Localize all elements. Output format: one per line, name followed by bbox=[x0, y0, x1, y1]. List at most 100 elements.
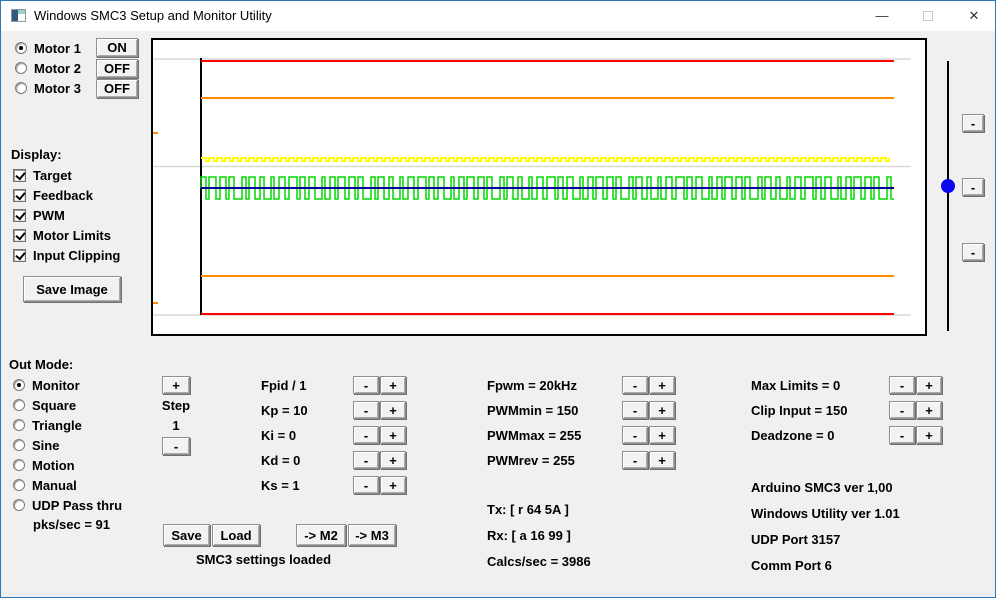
clip-input-plus-button[interactable]: + bbox=[916, 401, 942, 419]
slider-upper-minus-button[interactable]: - bbox=[962, 114, 984, 132]
kd-plus-button[interactable]: + bbox=[380, 451, 406, 469]
display-option-input-clipping: Input Clipping bbox=[13, 246, 120, 264]
step-plus-button[interactable]: + bbox=[162, 376, 190, 394]
out-mode-manual: Manual bbox=[13, 476, 77, 494]
monitor-radio[interactable] bbox=[13, 379, 25, 391]
ki-label: Ki = 0 bbox=[261, 428, 297, 443]
load-button[interactable]: Load bbox=[212, 524, 260, 546]
ks-minus-button[interactable]: - bbox=[353, 476, 379, 494]
ki-plus-button[interactable]: + bbox=[380, 426, 406, 444]
manual-label: Manual bbox=[32, 477, 77, 493]
motor1-power-button[interactable]: ON bbox=[96, 38, 138, 57]
target-checkbox[interactable] bbox=[13, 168, 26, 182]
app-icon bbox=[11, 9, 26, 22]
out-mode-heading: Out Mode: bbox=[9, 357, 74, 372]
motor1-label: Motor 1 bbox=[34, 40, 81, 56]
pwmrev-minus-button[interactable]: - bbox=[622, 451, 648, 469]
tx-status: Tx: [ r 64 5A ] bbox=[487, 502, 569, 517]
titlebar: Windows SMC3 Setup and Monitor Utility —… bbox=[1, 1, 995, 31]
settings-status: SMC3 settings loaded bbox=[196, 552, 332, 567]
step-minus-button[interactable]: - bbox=[162, 437, 190, 455]
step-label: Step bbox=[161, 398, 191, 413]
display-option-motor-limits: Motor Limits bbox=[13, 226, 111, 244]
target-label: Target bbox=[33, 167, 72, 183]
fpid-minus-button[interactable]: - bbox=[353, 376, 379, 394]
comm-port: Comm Port 6 bbox=[751, 558, 832, 573]
minimize-button[interactable]: — bbox=[859, 1, 905, 30]
motor2-power-button[interactable]: OFF bbox=[96, 59, 138, 78]
pwmrev-label: PWMrev = 255 bbox=[487, 453, 575, 468]
max-limits-minus-button[interactable]: - bbox=[889, 376, 915, 394]
max-limits-label: Max Limits = 0 bbox=[751, 378, 841, 393]
send-to-m3-button[interactable]: -> M3 bbox=[348, 524, 396, 546]
display-option-feedback: Feedback bbox=[13, 186, 93, 204]
display-option-target: Target bbox=[13, 166, 72, 184]
window-title: Windows SMC3 Setup and Monitor Utility bbox=[34, 8, 272, 23]
motor-limits-checkbox[interactable] bbox=[13, 228, 26, 242]
deadzone-plus-button[interactable]: + bbox=[916, 426, 942, 444]
target-slider-knob[interactable] bbox=[941, 179, 955, 193]
slider-lower-minus-button[interactable]: - bbox=[962, 243, 984, 261]
kp-plus-button[interactable]: + bbox=[380, 401, 406, 419]
kd-minus-button[interactable]: - bbox=[353, 451, 379, 469]
pwm-label: PWM bbox=[33, 207, 65, 223]
pwmmax-label: PWMmax = 255 bbox=[487, 428, 582, 443]
pwmmax-plus-button[interactable]: + bbox=[649, 426, 675, 444]
pwmmin-plus-button[interactable]: + bbox=[649, 401, 675, 419]
out-mode-udp: UDP Pass thru bbox=[13, 496, 122, 514]
pwm-checkbox[interactable] bbox=[13, 208, 26, 222]
maximize-button[interactable] bbox=[905, 1, 951, 30]
kd-label: Kd = 0 bbox=[261, 453, 301, 468]
deadzone-minus-button[interactable]: - bbox=[889, 426, 915, 444]
pwmrev-plus-button[interactable]: + bbox=[649, 451, 675, 469]
pwmmax-minus-button[interactable]: - bbox=[622, 426, 648, 444]
motor2-radio[interactable] bbox=[15, 62, 27, 74]
motion-radio[interactable] bbox=[13, 459, 25, 471]
manual-radio[interactable] bbox=[13, 479, 25, 491]
minimize-icon: — bbox=[875, 8, 889, 23]
udp-pass-thru-radio[interactable] bbox=[13, 499, 25, 511]
motor3-power-button[interactable]: OFF bbox=[96, 79, 138, 98]
clip-input-minus-button[interactable]: - bbox=[889, 401, 915, 419]
feedback-label: Feedback bbox=[33, 187, 93, 203]
fpid-plus-button[interactable]: + bbox=[380, 376, 406, 394]
save-button[interactable]: Save bbox=[163, 524, 210, 546]
triangle-label: Triangle bbox=[32, 417, 82, 433]
sine-radio[interactable] bbox=[13, 439, 25, 451]
motor2-label: Motor 2 bbox=[34, 60, 81, 76]
kp-label: Kp = 10 bbox=[261, 403, 308, 418]
square-label: Square bbox=[32, 397, 77, 413]
out-mode-monitor: Monitor bbox=[13, 376, 80, 394]
step-value: 1 bbox=[172, 418, 180, 433]
packets-per-sec: pks/sec = 91 bbox=[33, 517, 110, 532]
arduino-version: Arduino SMC3 ver 1,00 bbox=[751, 480, 893, 495]
fpid-label: Fpid / 1 bbox=[261, 378, 307, 393]
fpwm-label: Fpwm = 20kHz bbox=[487, 378, 577, 393]
kp-minus-button[interactable]: - bbox=[353, 401, 379, 419]
fpwm-plus-button[interactable]: + bbox=[649, 376, 675, 394]
ks-plus-button[interactable]: + bbox=[380, 476, 406, 494]
pwmmin-minus-button[interactable]: - bbox=[622, 401, 648, 419]
feedback-checkbox[interactable] bbox=[13, 188, 26, 202]
fpwm-minus-button[interactable]: - bbox=[622, 376, 648, 394]
send-to-m2-button[interactable]: -> M2 bbox=[296, 524, 346, 546]
save-image-button[interactable]: Save Image bbox=[23, 276, 121, 302]
motor1-radio[interactable] bbox=[15, 42, 27, 54]
close-button[interactable]: ✕ bbox=[951, 1, 995, 30]
input-clipping-checkbox[interactable] bbox=[13, 248, 26, 262]
square-radio[interactable] bbox=[13, 399, 25, 411]
udp-port: UDP Port 3157 bbox=[751, 532, 841, 547]
triangle-radio[interactable] bbox=[13, 419, 25, 431]
pwmmin-label: PWMmin = 150 bbox=[487, 403, 579, 418]
monitor-label: Monitor bbox=[32, 377, 80, 393]
input-clipping-label: Input Clipping bbox=[33, 247, 121, 263]
slider-middle-minus-button[interactable]: - bbox=[962, 178, 984, 196]
motion-label: Motion bbox=[32, 457, 75, 473]
max-limits-plus-button[interactable]: + bbox=[916, 376, 942, 394]
motor-limits-label: Motor Limits bbox=[33, 227, 111, 243]
ki-minus-button[interactable]: - bbox=[353, 426, 379, 444]
utility-version: Windows Utility ver 1.01 bbox=[751, 506, 900, 521]
display-option-pwm: PWM bbox=[13, 206, 65, 224]
motor3-radio[interactable] bbox=[15, 82, 27, 94]
maximize-icon bbox=[923, 10, 933, 21]
